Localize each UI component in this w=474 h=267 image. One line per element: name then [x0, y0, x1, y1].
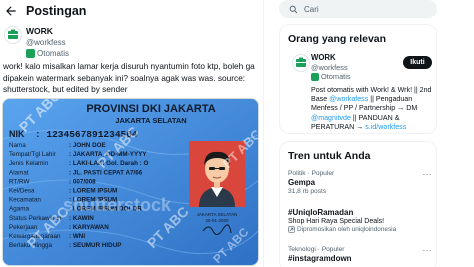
bio-link[interactable]: s.id/workfess: [365, 123, 406, 131]
card-field-value: : KAWIN: [69, 215, 94, 222]
card-field-value: : SEUMUR HIDUP: [69, 242, 121, 249]
tweet[interactable]: WORK @workfess Otomatis work! kalo misal…: [0, 22, 263, 266]
who-to-follow-card: Orang yang relevan WORK @workfess Otomat…: [279, 24, 437, 134]
card-field-value: : 007/008: [69, 178, 96, 185]
verified-org-icon: [26, 49, 35, 58]
work-logo-icon: [8, 29, 18, 39]
suggestion-name[interactable]: WORK: [311, 53, 351, 63]
trend-name[interactable]: Gempa: [288, 178, 434, 187]
card-city: JAKARTA SELATAN: [115, 116, 186, 125]
card-field-label: Nama: [9, 142, 26, 149]
card-field-label: Alamat: [9, 169, 29, 176]
author-affiliation: Otomatis: [26, 48, 69, 59]
affiliation-label: Otomatis: [321, 72, 351, 81]
card-field-label: Agama: [9, 206, 29, 213]
promoted-icon: [288, 226, 295, 233]
search-input[interactable]: [304, 4, 424, 14]
more-icon[interactable]: ···: [423, 246, 433, 255]
tweet-media-id-card[interactable]: PROVINSI DKI JAKARTA JAKARTA SELATAN NIK…: [2, 98, 259, 266]
tweet-author: WORK @workfess Otomatis: [0, 22, 263, 59]
trend-item[interactable]: Politik · Populer Gempa 31,8 rb posts ··…: [288, 170, 434, 195]
card-field-label: Jenis Kelamin: [9, 160, 49, 167]
card-field-label: Kecamatan: [9, 197, 41, 204]
trend-name[interactable]: #UniqloRamadan: [288, 208, 434, 217]
trend-meta: Politik · Populer: [288, 170, 335, 177]
suggestion-bio: Post otomatis with Work! & Wrk! || 2nd B…: [311, 86, 432, 131]
tweet-text: work! kalo misalkan lamar kerja disuruh …: [3, 61, 255, 94]
back-arrow-icon[interactable]: [2, 2, 20, 20]
promo-description: Shop Hari Raya Special Deals!: [288, 218, 385, 225]
card-field-label: Tempat/Tgl Lahir: [9, 151, 56, 158]
sign-city: JAKARTA SELATAN: [197, 212, 238, 217]
avatar[interactable]: [292, 54, 310, 72]
who-to-follow-title: Orang yang relevan: [288, 33, 387, 45]
follow-button[interactable]: Ikuti: [403, 56, 432, 69]
trend-name[interactable]: #instagramdown: [288, 254, 434, 263]
card-field-label: Kel/Desa: [9, 188, 35, 195]
trend-count: 31,8 rb posts: [288, 188, 327, 195]
trend-item-promoted[interactable]: #UniqloRamadan Shop Hari Raya Special De…: [288, 207, 434, 233]
sign-date: 25-01-2020: [205, 218, 229, 223]
main-column: Postingan WORK @workfess Otomatis work! …: [0, 0, 264, 267]
card-field-value: : JOHN DOE: [69, 142, 106, 149]
page-title: Postingan: [26, 4, 87, 18]
promoted-by: Dipromosikan oleh uniqloindonesia: [288, 226, 434, 233]
trend-meta: Teknologi · Populer: [288, 246, 345, 253]
work-logo-icon: [296, 57, 306, 67]
verified-org-icon: [311, 72, 319, 81]
suggestion-handle[interactable]: @workfess: [311, 63, 351, 73]
bio-link[interactable]: @workafess: [329, 95, 368, 103]
suggestion-affiliation: Otomatis: [311, 72, 351, 82]
search-bar[interactable]: [279, 0, 437, 18]
card-field-value: : LOREM IPSUM: [69, 188, 117, 195]
author-name[interactable]: WORK: [26, 26, 69, 37]
trend-item[interactable]: Teknologi · Populer #instagramdown ···: [288, 246, 434, 263]
card-field-value: : KARYAWAN: [69, 224, 109, 231]
trends-title: Tren untuk Anda: [288, 150, 371, 162]
avatar[interactable]: [4, 26, 22, 44]
stock-watermark: shutterstock: [63, 195, 172, 215]
bio-link[interactable]: @magnitvde: [311, 114, 351, 122]
card-field-label: RT/RW: [9, 178, 29, 185]
top-bar: Postingan: [0, 0, 263, 22]
trends-card: Tren untuk Anda Politik · Populer Gempa …: [279, 141, 437, 267]
search-icon: [289, 5, 298, 13]
author-handle[interactable]: @workfess: [26, 37, 69, 48]
right-sidebar: Orang yang relevan WORK @workfess Otomat…: [271, 0, 474, 267]
more-icon[interactable]: ···: [423, 170, 433, 179]
affiliation-label: Otomatis: [37, 49, 70, 58]
card-province: PROVINSI DKI JAKARTA: [86, 103, 215, 115]
card-field-value: : WNI: [69, 233, 85, 240]
